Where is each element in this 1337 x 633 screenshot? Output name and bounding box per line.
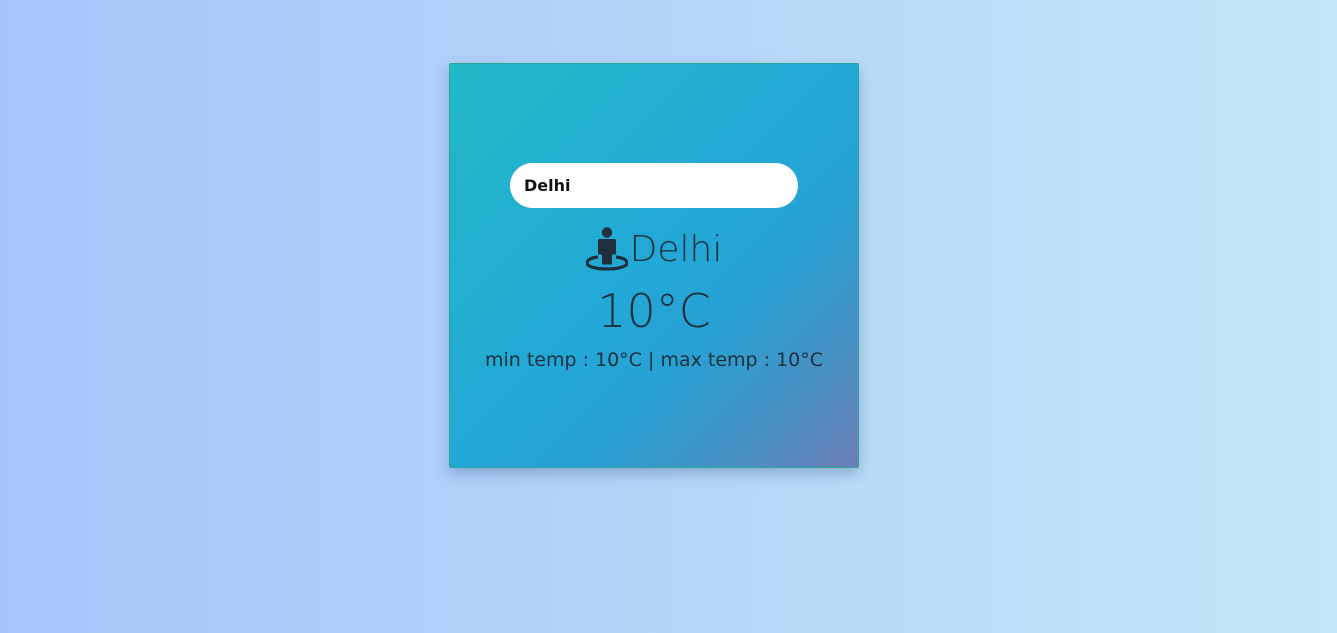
city-search-input[interactable] — [510, 163, 798, 208]
temperature-separator: | — [641, 349, 661, 371]
current-temperature: 10°C — [597, 284, 711, 338]
city-row: Delhi — [450, 224, 858, 274]
city-name: Delhi — [629, 228, 723, 270]
street-view-icon — [585, 227, 628, 271]
min-temperature: min temp : 10°C — [484, 349, 642, 371]
max-temperature: max temp : 10°C — [660, 349, 824, 371]
weather-card: Delhi 10°C min temp : 10°C | max temp : … — [449, 63, 859, 468]
min-max-temperature: min temp : 10°C | max temp : 10°C — [450, 349, 858, 371]
